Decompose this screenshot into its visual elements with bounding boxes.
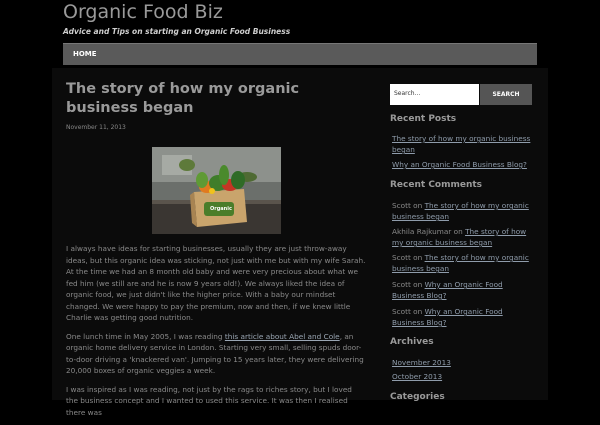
post-title[interactable]: The story of how my organic business beg… — [66, 80, 346, 118]
vegetable-box-illustration — [152, 147, 281, 234]
search-input[interactable]: Search... — [390, 84, 479, 105]
comment-item: Scott on The story of how my organic bus… — [392, 201, 529, 221]
search-button[interactable]: SEARCH — [480, 84, 532, 105]
recent-posts-heading: Recent Posts — [390, 114, 457, 124]
recent-post-link[interactable]: The story of how my organic business beg… — [392, 133, 537, 155]
post-paragraph-1: I always have ideas for starting busines… — [66, 244, 366, 322]
archive-link[interactable]: October 2013 — [392, 371, 537, 382]
comment-item: Scott on Why an Organic Food Business Bl… — [392, 307, 503, 327]
nav-item-home[interactable]: HOME — [73, 50, 97, 58]
post-content: I always have ideas for starting busines… — [66, 243, 366, 425]
box-logo-text: Organic — [210, 206, 232, 212]
comment-item: Akhila Rajkumar on The story of how my o… — [392, 227, 527, 247]
main-navigation: HOME — [63, 43, 537, 65]
post-paragraph-2: One lunch time in May 2005, I was readin… — [66, 331, 364, 376]
comment-item: Scott on Why an Organic Food Business Bl… — [392, 280, 503, 300]
comment-item: Scott on The story of how my organic bus… — [392, 253, 529, 273]
post-date[interactable]: November 11, 2013 — [66, 124, 126, 131]
archives-heading: Archives — [390, 337, 434, 347]
site-title[interactable]: Organic Food Biz — [63, 1, 223, 23]
archive-link[interactable]: November 2013 — [392, 357, 537, 368]
categories-heading: Categories — [390, 392, 445, 402]
post-featured-image: Organic — [152, 147, 281, 234]
recent-comments-heading: Recent Comments — [390, 180, 483, 190]
article-link[interactable]: this article about Abel and Cole — [225, 332, 340, 341]
recent-post-link[interactable]: Why an Organic Food Business Blog? — [392, 159, 537, 170]
site-tagline: Advice and Tips on starting an Organic F… — [63, 27, 291, 36]
post-paragraph-3: I was inspired as I was reading, not jus… — [66, 384, 352, 417]
